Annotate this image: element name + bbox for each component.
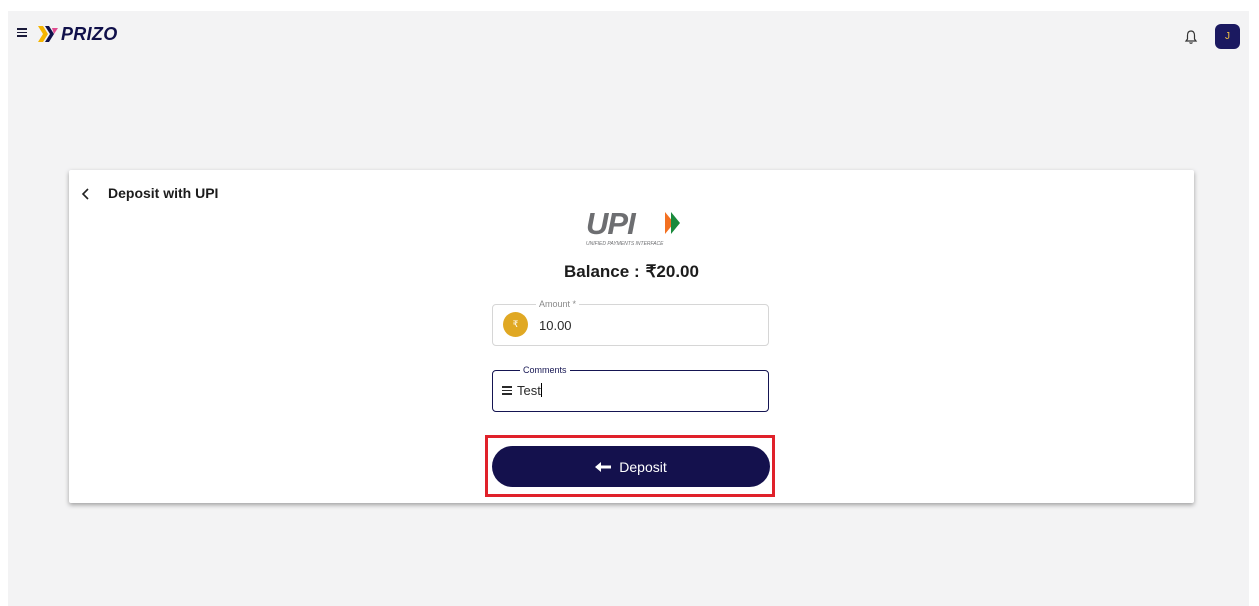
deposit-button[interactable]: Deposit xyxy=(492,446,770,487)
notes-lines-icon xyxy=(502,386,512,396)
prizo-logo-icon xyxy=(38,26,58,42)
menu-icon[interactable] xyxy=(17,28,27,37)
page-title: Deposit with UPI xyxy=(108,185,219,201)
upi-logo: UPI UNIFIED PAYMENTS INTERFACE xyxy=(586,206,680,247)
arrow-left-icon xyxy=(595,461,612,472)
text-caret xyxy=(540,383,542,397)
comments-field[interactable]: Comments Test xyxy=(492,365,769,412)
avatar[interactable]: J xyxy=(1215,24,1240,49)
balance-value: ₹20.00 xyxy=(645,262,699,281)
comments-value: Test xyxy=(517,383,541,398)
brand-logo[interactable]: PRIZO xyxy=(36,23,118,45)
rupee-icon: ₹ xyxy=(503,312,528,337)
comments-input[interactable]: Test xyxy=(517,383,542,398)
deposit-card: Deposit with UPI UPI UNIFIED PAYMENTS IN… xyxy=(69,170,1194,503)
amount-label: Amount * xyxy=(536,299,580,309)
svg-text:UNIFIED PAYMENTS INTERFACE: UNIFIED PAYMENTS INTERFACE xyxy=(586,241,664,247)
balance-display: Balance : ₹20.00 xyxy=(69,262,1194,282)
balance-label: Balance : xyxy=(564,262,640,281)
amount-input[interactable]: 10.00 xyxy=(539,318,572,333)
app-shell: PRIZO J Deposit with UPI UPI UNIFIED PAY… xyxy=(8,11,1249,606)
brand-name: PRIZO xyxy=(61,23,118,44)
bell-icon[interactable] xyxy=(1184,29,1198,45)
amount-field[interactable]: Amount * ₹ 10.00 xyxy=(492,299,769,346)
deposit-label: Deposit xyxy=(619,458,667,475)
comments-label: Comments xyxy=(520,365,570,375)
svg-text:UPI: UPI xyxy=(586,206,637,241)
back-chevron-icon[interactable] xyxy=(81,187,91,201)
